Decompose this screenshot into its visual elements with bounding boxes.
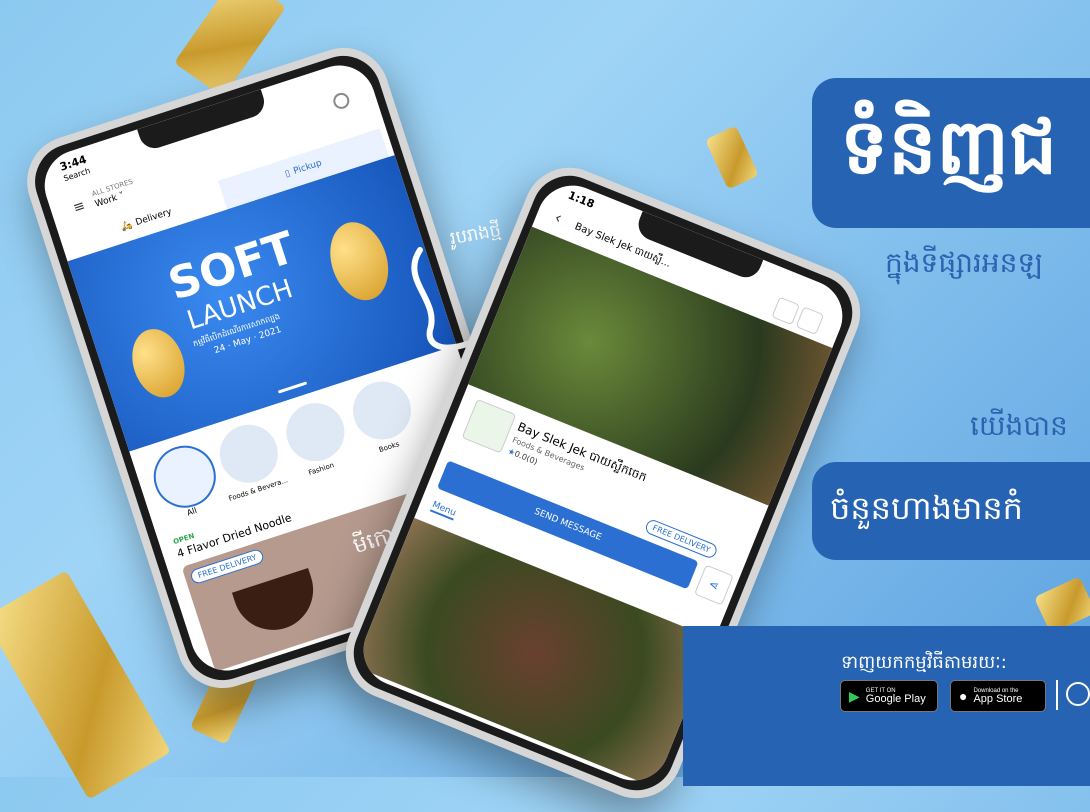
store-cover-image: [468, 226, 833, 506]
pickup-icon: ▯: [283, 168, 292, 180]
app-store-badge[interactable]: ● Download on the App Store: [950, 680, 1046, 712]
phone-notch: [137, 89, 269, 153]
status-time: 1:18: [566, 188, 597, 211]
web-globe-icon[interactable]: [1066, 682, 1090, 706]
store-count-label: ចំនួនហាងមានកំ: [830, 489, 1023, 527]
google-play-badge[interactable]: ▶ GET IT ON Google Play: [840, 680, 938, 712]
google-play-big: Google Play: [865, 692, 926, 705]
delivery-icon: 🛵: [120, 219, 134, 233]
gold-ribbon-left: [0, 570, 172, 800]
headline-panel: ទំនិញជ: [812, 78, 1090, 228]
menu-icon[interactable]: ≡: [71, 198, 87, 217]
headline-text: ទំនិញជ: [840, 102, 1058, 191]
phone-notch: [633, 211, 764, 283]
noodle-bowl-icon: [231, 568, 324, 641]
tab-delivery-label: Delivery: [134, 207, 174, 229]
google-play-icon: ▶: [849, 687, 860, 704]
category-books[interactable]: [345, 373, 419, 448]
gold-ribbon-mid: [704, 125, 760, 190]
category-books-label: Books: [377, 440, 401, 455]
app-store-big: App Store: [973, 692, 1023, 705]
balloons-right-icon: [320, 214, 398, 308]
share-button[interactable]: ⋖: [693, 564, 734, 606]
list-button[interactable]: [795, 306, 825, 335]
sub-headline: ក្នុងទីផ្សារអនឡ: [885, 246, 1043, 279]
category-all-label: All: [185, 505, 199, 518]
search-button[interactable]: [771, 296, 801, 326]
category-all[interactable]: [145, 437, 224, 516]
search-icon[interactable]: [331, 90, 352, 111]
category-fashion[interactable]: [278, 395, 352, 469]
badge-divider: [1056, 680, 1058, 710]
store-count-panel: ចំនួនហាងមានកំ: [812, 462, 1090, 560]
download-label: ទាញយកកម្មវិធីតាមរយៈ:: [841, 652, 1007, 673]
tab-menu[interactable]: Menu: [429, 500, 458, 521]
category-fashion-label: Fashion: [307, 461, 336, 477]
carousel-dots: [277, 381, 308, 394]
tab-pickup-label: Pickup: [292, 158, 324, 177]
line-we: យើងបាន: [970, 409, 1068, 442]
store-logo: [461, 398, 517, 454]
back-arrow-icon[interactable]: ‹: [552, 207, 565, 227]
apple-icon: ●: [959, 688, 968, 704]
balloons-left-icon: [123, 322, 194, 405]
